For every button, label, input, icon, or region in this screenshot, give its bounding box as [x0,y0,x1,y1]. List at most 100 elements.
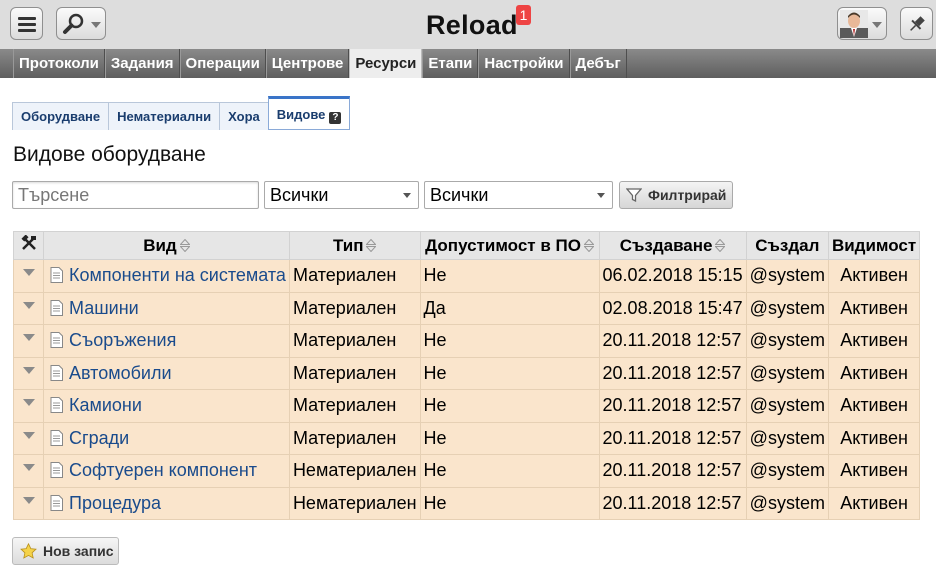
admissible-cell: Не [419,486,600,520]
top-header: Reload 1 [0,0,936,49]
nav-tab-resources[interactable]: Ресурси [349,49,423,78]
row-actions-cell[interactable] [13,324,44,358]
chevron-down-icon[interactable] [22,431,35,439]
row-actions-cell[interactable] [13,356,44,390]
type-cell: Материален [288,259,421,293]
nav-tab-debug[interactable]: Дебъг [569,49,627,78]
nav-tab-stages[interactable]: Етапи [422,49,479,78]
subtab-people[interactable]: Хора [219,102,269,130]
sort-arrows-icon [366,238,377,252]
chevron-down-icon[interactable] [22,334,35,341]
creator-cell: @system [745,389,829,423]
kind-cell: Сгради [43,421,290,455]
type-filter-value: Всички [270,185,329,205]
kind-link[interactable]: Камиони [69,395,142,415]
created-cell: 20.11.2018 12:57 [598,389,747,423]
subtab-equipment[interactable]: Оборудване [12,102,110,130]
created-cell: 02.08.2018 15:47 [598,291,747,325]
document-icon [50,397,63,414]
kind-link[interactable]: Компоненти на системата [69,265,286,285]
chevron-down-icon[interactable] [22,464,35,471]
page-title: Видове оборудване [13,143,206,166]
nav-tab-tasks[interactable]: Задания [104,49,180,78]
column-header-type[interactable]: Тип [288,231,421,260]
kind-link[interactable]: Процедура [69,493,161,513]
chevron-down-icon[interactable] [22,496,35,504]
document-icon [50,299,63,316]
chevron-down-icon [403,193,411,198]
notification-badge[interactable]: 1 [516,5,531,25]
type-cell: Материален [288,389,421,423]
document-icon [50,429,63,446]
kind-link[interactable]: Автомобили [69,363,172,383]
kind-cell: Процедура [43,486,290,520]
row-actions-cell[interactable] [13,486,44,520]
sort-arrows-icon [715,238,726,252]
subtab-kinds[interactable]: Видове? [267,96,351,130]
table-row: Сгради Материален Не 20.11.2018 12:57 @s… [13,421,921,455]
user-avatar-icon [840,10,868,38]
filter-button-label: Филтрирай [648,187,727,203]
chevron-down-icon[interactable] [22,301,35,309]
nav-tab-protocols[interactable]: Протоколи [13,49,105,78]
sub-tabs: Оборудване Нематериални Хора Видове? [12,96,351,130]
kind-link[interactable]: Сгради [69,428,129,448]
kind-cell: Компоненти на системата [43,259,290,293]
created-cell: 20.11.2018 12:57 [598,421,747,455]
column-header-admissible[interactable]: Допустимост в ПО [419,231,600,260]
visibility-cell: Активен [827,291,921,325]
column-header-creator: Създал [745,231,829,260]
visibility-cell: Активен [827,421,921,455]
nav-tab-operations[interactable]: Операции [179,49,266,78]
pin-button[interactable] [900,7,933,40]
admissible-cell: Не [419,324,600,358]
created-cell: 06.02.2018 15:15 [598,259,747,293]
row-actions-cell[interactable] [13,421,44,455]
kind-link[interactable]: Машини [69,298,139,318]
created-cell: 20.11.2018 12:57 [598,324,747,358]
row-actions-cell[interactable] [13,259,44,293]
column-header-created[interactable]: Създаване [598,231,747,260]
search-input[interactable] [12,181,259,209]
table-row: Софтуерен компонент Нематериален Не 20.1… [13,454,921,488]
type-cell: Материален [288,291,421,325]
help-icon[interactable]: ? [329,112,342,124]
visibility-cell: Активен [827,486,921,520]
subtab-intangible[interactable]: Нематериални [108,102,221,130]
nav-tab-centers[interactable]: Центрове [265,49,350,78]
kind-cell: Машини [43,291,290,325]
kind-link[interactable]: Съоръжения [69,330,176,350]
type-cell: Нематериален [288,454,421,488]
row-actions-cell[interactable] [13,454,44,488]
kind-link[interactable]: Софтуерен компонент [69,460,257,480]
row-actions-cell[interactable] [13,291,44,325]
app-title: Reload [426,10,518,40]
kinds-table: Вид Тип Допустимост в ПО Създаване Създа… [13,231,921,520]
table-row: Камиони Материален Не 20.11.2018 12:57 @… [13,389,921,423]
chevron-down-icon[interactable] [22,269,35,276]
admissible-cell: Да [419,291,600,325]
type-filter-select[interactable]: Всички [264,181,419,209]
table-row: Автомобили Материален Не 20.11.2018 12:5… [13,356,921,390]
visibility-cell: Активен [827,454,921,488]
nav-tab-settings[interactable]: Настройки [478,49,570,78]
filter-button[interactable]: Филтрирай [619,181,733,209]
funnel-icon [626,188,642,203]
search-button[interactable] [56,7,106,40]
chevron-down-icon[interactable] [22,399,35,406]
state-filter-select[interactable]: Всички [424,181,613,209]
user-menu-button[interactable] [837,7,887,40]
new-record-button[interactable]: Нов запис [12,537,119,565]
tools-column-header[interactable] [13,231,44,260]
menu-button[interactable] [10,7,43,40]
document-icon [50,332,63,349]
row-actions-cell[interactable] [13,389,44,423]
visibility-cell: Активен [827,259,921,293]
creator-cell: @system [745,356,829,390]
column-header-kind[interactable]: Вид [43,231,290,260]
kind-cell: Автомобили [43,356,290,390]
visibility-cell: Активен [827,324,921,358]
kind-cell: Съоръжения [43,324,290,358]
chevron-down-icon[interactable] [22,366,35,374]
document-icon [50,462,63,479]
